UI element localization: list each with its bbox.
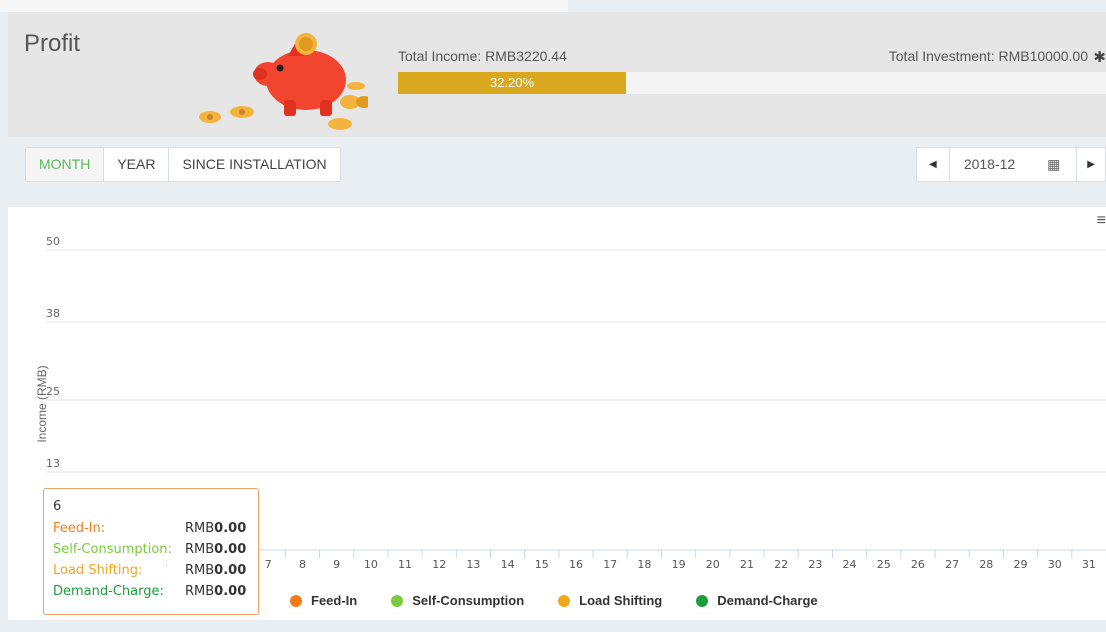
- top-strip: [0, 0, 1106, 12]
- tooltip-currency: RMB: [185, 542, 215, 557]
- x-tick-label: 12: [432, 558, 446, 571]
- tooltip-row-name: Self-Consumption:: [53, 542, 172, 557]
- tooltip-row: Self-Consumption: RMB0.00: [53, 539, 258, 560]
- income-progress-fill: 32.20%: [398, 72, 626, 94]
- x-tick-label: 22: [774, 558, 788, 571]
- legend-item-load-shifting[interactable]: Load Shifting: [558, 593, 662, 608]
- legend-item-feed-in[interactable]: Feed-In: [290, 593, 357, 608]
- x-tick-label: 13: [466, 558, 480, 571]
- date-picker: ◀ 2018-12 ▦ ▶: [916, 147, 1106, 182]
- chart-legend: Feed-In Self-Consumption Load Shifting D…: [290, 593, 852, 608]
- x-tick-label: 20: [706, 558, 720, 571]
- tooltip-row: Demand-Charge: RMB0.00: [53, 581, 258, 602]
- x-tick-label: 11: [398, 558, 412, 571]
- x-tick-label: 7: [265, 558, 272, 571]
- legend-dot: [290, 594, 302, 607]
- x-tick-label: 10: [364, 558, 378, 571]
- tooltip-currency: RMB: [185, 521, 215, 536]
- tooltip-row-name: Feed-In:: [53, 521, 106, 536]
- tooltip-row-value: RMB0.00: [185, 539, 246, 560]
- tooltip-amount: 0.00: [214, 563, 247, 578]
- tooltip-row-name: Demand-Charge:: [53, 584, 164, 599]
- top-strip-white: [0, 0, 568, 12]
- total-investment-label: Total Investment: RMB10000.00: [888, 48, 1088, 64]
- caret-left-icon[interactable]: ◀: [917, 148, 950, 181]
- x-tick-label: 27: [945, 558, 959, 571]
- legend-label: Feed-In: [311, 593, 358, 608]
- tooltip-row: Feed-In: RMB0.00: [53, 518, 258, 539]
- total-income-label: Total Income: RMB3220.44: [398, 48, 567, 64]
- y-tick-label: 13: [46, 457, 60, 470]
- x-tick-label: 19: [672, 558, 686, 571]
- x-tick-label: 17: [603, 558, 617, 571]
- legend-dot: [696, 594, 709, 607]
- legend-dot: [558, 594, 571, 607]
- piggy-bank-icon: [199, 33, 368, 130]
- caret-right-icon[interactable]: ▶: [1077, 148, 1105, 181]
- tooltip-row-value: RMB0.00: [185, 518, 246, 539]
- x-tick-label: 15: [535, 558, 549, 571]
- x-tick-label: 23: [808, 558, 822, 571]
- legend-label: Self-Consumption: [412, 593, 525, 608]
- x-tick-label: 28: [979, 558, 993, 571]
- x-tick-label: 29: [1014, 558, 1028, 571]
- legend-label: Load Shifting: [579, 593, 663, 608]
- tooltip-currency: RMB: [185, 563, 215, 578]
- date-input[interactable]: 2018-12: [950, 148, 1032, 181]
- x-tick-label: 18: [637, 558, 651, 571]
- tooltip-row-value: RMB0.00: [185, 581, 246, 602]
- tooltip-amount: 0.00: [214, 584, 247, 599]
- chart-tooltip: 6 Feed-In: RMB0.00 Self-Consumption: RMB…: [43, 488, 259, 615]
- tooltip-row-value: RMB0.00: [185, 560, 246, 581]
- legend-item-demand-charge[interactable]: Demand-Charge: [696, 593, 818, 608]
- tooltip-amount: 0.00: [214, 542, 247, 557]
- tab-year[interactable]: YEAR: [104, 148, 170, 181]
- period-tabs: MONTH YEAR SINCE INSTALLATION: [25, 147, 341, 182]
- gear-icon[interactable]: ✱: [1093, 48, 1106, 66]
- y-tick-label: 38: [46, 307, 60, 320]
- x-tick-label: 25: [877, 558, 891, 571]
- x-tick-label: 9: [333, 558, 340, 571]
- x-tick-label: 16: [569, 558, 583, 571]
- x-tick-label: 30: [1048, 558, 1062, 571]
- calendar-icon[interactable]: ▦: [1031, 148, 1078, 181]
- tooltip-title: 6: [53, 499, 62, 514]
- page-title: Profit: [24, 30, 81, 57]
- tab-since-installation[interactable]: SINCE INSTALLATION: [169, 148, 339, 181]
- tooltip-row: Load Shifting: RMB0.00: [53, 560, 258, 581]
- income-progress-bar: 32.20%: [398, 72, 1106, 94]
- y-tick-label: 25: [46, 385, 60, 398]
- x-tick-label: 26: [911, 558, 925, 571]
- legend-item-self-consumption[interactable]: Self-Consumption: [391, 593, 524, 608]
- tooltip-currency: RMB: [185, 584, 215, 599]
- tab-month[interactable]: MONTH: [26, 148, 105, 181]
- profit-panel: Profit Total Income: RMB3220.44 32.20% T…: [8, 12, 1106, 137]
- x-tick-label: 24: [843, 558, 857, 571]
- x-tick-label: 21: [740, 558, 754, 571]
- x-tick-label: 14: [501, 558, 515, 571]
- x-tick-label: 8: [299, 558, 306, 571]
- x-tick-label: 31: [1082, 558, 1096, 571]
- tooltip-amount: 0.00: [214, 521, 247, 536]
- legend-label: Demand-Charge: [717, 593, 818, 608]
- tooltip-row-name: Load Shifting:: [53, 563, 143, 578]
- legend-dot: [391, 594, 404, 607]
- y-tick-label: 50: [46, 235, 60, 248]
